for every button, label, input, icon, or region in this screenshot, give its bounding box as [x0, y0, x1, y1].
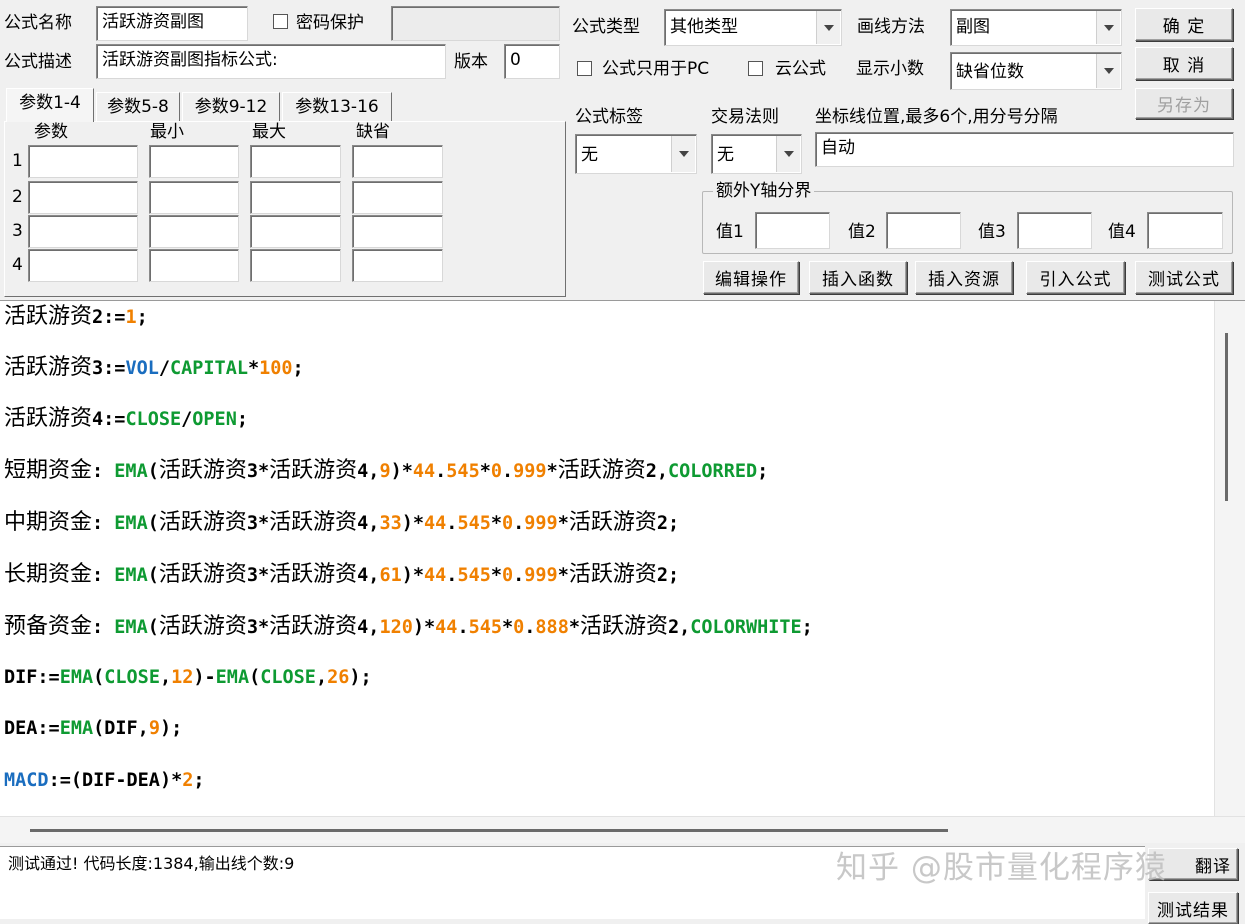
formula-type-label: 公式类型	[572, 17, 640, 37]
y-value-4-input[interactable]	[1147, 212, 1223, 249]
formula-desc-input[interactable]: 活跃游资副图指标公式:	[96, 44, 446, 79]
param-3-max-input[interactable]	[250, 215, 341, 248]
code-line: 短期资金: EMA(活跃游资3*活跃游资4,9)*44.545*0.999*活跃…	[4, 458, 769, 483]
param-2-min-input[interactable]	[149, 181, 239, 214]
cancel-button[interactable]: 取 消	[1135, 47, 1233, 80]
test-formula-button[interactable]: 测试公式	[1135, 261, 1233, 294]
param-3-min-input[interactable]	[149, 215, 239, 248]
pc-only-checkbox[interactable]	[577, 61, 592, 76]
chevron-down-icon[interactable]	[816, 11, 840, 44]
param-1-max-input[interactable]	[250, 145, 341, 178]
param-2-name-input[interactable]	[28, 181, 138, 214]
version-input[interactable]: 0	[504, 44, 560, 79]
y-value-1-label: 值1	[716, 222, 744, 242]
horizontal-scroll-thumb[interactable]	[30, 829, 948, 832]
decimals-select[interactable]: 缺省位数	[950, 52, 1122, 90]
param-row-number: 2	[12, 187, 23, 207]
param-3-name-input[interactable]	[28, 215, 138, 248]
param-3-default-input[interactable]	[352, 215, 443, 248]
param-header-min: 最小	[150, 122, 184, 142]
tab-params-5-8[interactable]: 参数5-8	[96, 92, 180, 122]
formula-name-label: 公式名称	[4, 13, 72, 33]
param-row-number: 3	[12, 221, 23, 241]
param-4-default-input[interactable]	[352, 249, 443, 282]
formula-tag-label: 公式标签	[575, 107, 643, 127]
tab-params-1-4[interactable]: 参数1-4	[6, 88, 94, 122]
param-row-number: 1	[12, 151, 23, 171]
test-result-button[interactable]: 测试结果	[1148, 892, 1238, 924]
code-editor[interactable]: 活跃游资2:=1; 活跃游资3:=VOL/CAPITAL*100; 活跃游资4:…	[0, 300, 1245, 843]
y-value-2-input[interactable]	[886, 212, 961, 249]
draw-method-value: 副图	[956, 17, 990, 37]
chevron-down-icon[interactable]	[1096, 11, 1120, 44]
draw-method-label: 画线方法	[857, 17, 925, 37]
formula-desc-label: 公式描述	[4, 52, 72, 72]
version-label: 版本	[454, 52, 488, 72]
code-line: DEA:=EMA(DIF,9);	[4, 718, 183, 739]
y-value-1-input[interactable]	[755, 212, 830, 249]
insert-function-button[interactable]: 插入函数	[809, 261, 907, 294]
decimals-label: 显示小数	[856, 59, 924, 79]
trade-rule-value: 无	[717, 145, 734, 165]
tab-params-9-12[interactable]: 参数9-12	[182, 92, 280, 122]
ok-button[interactable]: 确 定	[1135, 8, 1233, 41]
import-formula-button[interactable]: 引入公式	[1026, 261, 1125, 294]
param-1-default-input[interactable]	[352, 145, 443, 178]
extra-y-axis-label: 额外Y轴分界	[713, 180, 815, 202]
cloud-formula-label: 云公式	[775, 59, 826, 79]
draw-method-select[interactable]: 副图	[950, 9, 1122, 46]
param-4-min-input[interactable]	[149, 249, 239, 282]
formula-tag-value: 无	[581, 145, 598, 165]
insert-resource-button[interactable]: 插入资源	[915, 261, 1013, 294]
test-result-message: 测试通过! 代码长度:1384,输出线个数:9	[8, 854, 295, 873]
formula-name-input[interactable]: 活跃游资副图	[96, 6, 248, 41]
axis-position-label: 坐标线位置,最多6个,用分号分隔	[815, 107, 1058, 127]
param-1-name-input[interactable]	[28, 145, 138, 178]
param-1-min-input[interactable]	[149, 145, 239, 178]
y-value-4-label: 值4	[1108, 222, 1136, 242]
cloud-formula-checkbox[interactable]	[748, 61, 763, 76]
param-2-default-input[interactable]	[352, 181, 443, 214]
vertical-scrollbar[interactable]	[1214, 301, 1245, 816]
vertical-scroll-thumb[interactable]	[1225, 333, 1228, 501]
formula-tag-select[interactable]: 无	[575, 134, 697, 174]
code-line: DIF:=EMA(CLOSE,12)-EMA(CLOSE,26);	[4, 667, 372, 688]
trade-rule-select[interactable]: 无	[711, 134, 802, 174]
password-checkbox[interactable]	[273, 14, 288, 29]
param-header-default: 缺省	[356, 122, 390, 142]
password-label: 密码保护	[296, 13, 364, 33]
code-line: 长期资金: EMA(活跃游资3*活跃游资4,61)*44.545*0.999*活…	[4, 562, 680, 587]
param-header-name: 参数	[34, 122, 68, 142]
code-line: 活跃游资2:=1;	[4, 304, 148, 329]
code-line: 中期资金: EMA(活跃游资3*活跃游资4,33)*44.545*0.999*活…	[4, 510, 680, 535]
y-value-3-input[interactable]	[1017, 212, 1092, 249]
param-4-name-input[interactable]	[28, 249, 138, 282]
param-2-max-input[interactable]	[250, 181, 341, 214]
chevron-down-icon[interactable]	[776, 136, 800, 172]
edit-operations-button[interactable]: 编辑操作	[703, 261, 799, 294]
chevron-down-icon[interactable]	[671, 136, 695, 172]
formula-type-select[interactable]: 其他类型	[664, 9, 842, 46]
save-as-button[interactable]: 另存为	[1135, 88, 1233, 119]
formula-type-value: 其他类型	[670, 17, 738, 37]
password-input[interactable]	[391, 6, 560, 41]
param-header-max: 最大	[252, 122, 286, 142]
watermark: 知乎 @股市量化程序猿	[836, 850, 1167, 886]
trade-rule-label: 交易法则	[711, 107, 779, 127]
pc-only-label: 公式只用于PC	[602, 59, 710, 79]
chevron-down-icon[interactable]	[1096, 54, 1120, 88]
code-line: MACD:=(DIF-DEA)*2;	[4, 770, 205, 791]
code-line: 预备资金: EMA(活跃游资3*活跃游资4,120)*44.545*0.888*…	[4, 614, 813, 639]
param-row-number: 4	[12, 255, 23, 275]
code-line: 活跃游资3:=VOL/CAPITAL*100;	[4, 355, 304, 380]
y-value-2-label: 值2	[848, 222, 876, 242]
decimals-value: 缺省位数	[956, 62, 1024, 82]
tab-params-13-16[interactable]: 参数13-16	[282, 92, 392, 122]
horizontal-scrollbar[interactable]	[0, 816, 1245, 843]
axis-position-input[interactable]: 自动	[815, 132, 1234, 167]
code-line: 活跃游资4:=CLOSE/OPEN;	[4, 406, 248, 431]
param-4-max-input[interactable]	[250, 249, 341, 282]
y-value-3-label: 值3	[978, 222, 1006, 242]
